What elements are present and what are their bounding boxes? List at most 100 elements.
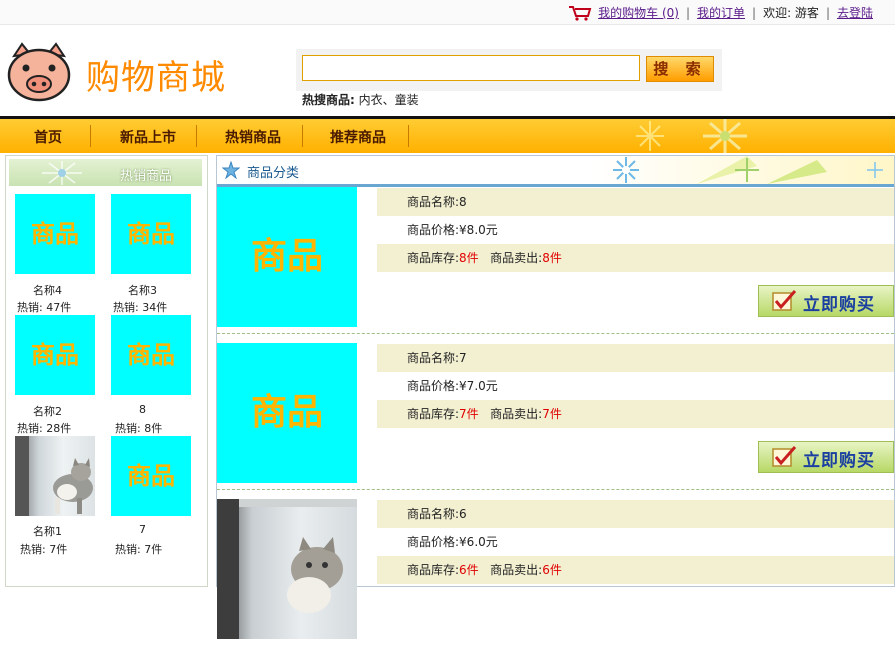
product-image-placeholder: 商品 [250,236,323,277]
hot-item-sales: 热销: 8件 [115,422,163,435]
product-divider [217,489,894,490]
buy-now-button[interactable]: 立即购买 [758,285,894,317]
cat-photo-image [217,499,357,639]
brand-name: 购物商城 [86,58,226,98]
hot-keywords: 热搜商品: 内衣、童装 [302,91,419,108]
nav-divider [90,125,91,147]
product-name: 6 [459,507,467,521]
product-price: ¥8.0元 [459,223,498,237]
product-name: 8 [459,195,467,209]
product-sold-label: 商品卖出: [490,251,543,265]
hot-item-sales: 热销: 34件 [113,301,168,314]
product-sold-label: 商品卖出: [490,407,543,421]
product-stock: 8件 [459,251,479,265]
top-links: 我的购物车 (0) | 我的订单 | 欢迎: 游客 | 去登陆 [568,4,873,21]
hot-item-thumbnail[interactable]: 商品 [111,194,191,274]
product-price-label: 商品价格: [407,535,460,549]
product-card: 商品 商品名称:7 商品价格:¥7.0元 商品库存:7件 商品卖出:7件 立即购… [217,343,894,499]
hot-item-name[interactable]: 7 [139,523,146,536]
product-divider [217,333,894,334]
login-link[interactable]: 去登陆 [837,4,873,21]
product-image-placeholder: 商品 [250,392,323,433]
hot-item-sales: 热销: 7件 [115,543,163,556]
product-stock-label: 商品库存: [407,563,460,577]
flower-decoration-icon [703,119,747,153]
hot-item-name[interactable]: 名称3 [128,282,157,298]
hot-label: 热搜商品: [302,93,355,107]
product-price-label: 商品价格: [407,379,460,393]
product-card: 商品 商品名称:8 商品价格:¥8.0元 商品库存:8件 商品卖出:8件 立即购… [217,187,894,343]
product-price: ¥7.0元 [459,379,498,393]
search-box: 搜 索 [296,49,722,91]
hot-item-name[interactable]: 名称1 [33,523,62,539]
nav-divider [408,125,409,147]
separator: | [825,5,830,20]
catalog-header: 商品分类 [217,156,894,187]
product-name: 7 [459,351,467,365]
product-price-row: 商品价格:¥6.0元 [377,528,894,556]
product-image[interactable]: 商品 [217,187,357,327]
buy-now-button[interactable]: 立即购买 [758,441,894,473]
orders-link[interactable]: 我的订单 [697,4,745,21]
nav-divider [302,125,303,147]
nav-new-arrivals[interactable]: 新品上市 [120,127,176,147]
product-price-label: 商品价格: [407,223,460,237]
product-image[interactable]: 商品 [217,343,357,483]
product-stock: 7件 [459,407,479,421]
flower-decoration-icon [613,157,639,183]
product-price-row: 商品价格:¥7.0元 [377,372,894,400]
product-sold: 8件 [542,251,562,265]
product-price: ¥6.0元 [459,535,498,549]
catalog-title: 商品分类 [247,166,300,181]
buy-now-label: 立即购买 [803,295,875,315]
thumbnail-placeholder-text: 商品 [31,341,79,369]
hot-item-photo[interactable] [15,436,95,516]
buy-now-label: 立即购买 [803,451,875,471]
thumbnail-placeholder-text: 商品 [127,220,175,248]
separator: | [685,5,691,20]
hot-item-name[interactable]: 8 [139,403,146,416]
hot-keyword-links[interactable]: 内衣、童装 [359,93,419,107]
main-nav: 首页 新品上市 热销商品 推荐商品 [0,116,895,153]
hot-item-thumbnail[interactable]: 商品 [111,436,191,516]
thumbnail-placeholder-text: 商品 [127,462,175,490]
hot-item-sales: 热销: 47件 [17,301,72,314]
welcome-text: 欢迎: 游客 [763,6,819,20]
star-icon [222,161,240,179]
flower-decoration-icon [42,161,82,185]
thumbnail-placeholder-text: 商品 [127,341,175,369]
sidebar-title: 热销商品 [119,169,172,184]
product-sold-label: 商品卖出: [490,563,543,577]
search-button[interactable]: 搜 索 [646,56,714,82]
hot-item-thumbnail[interactable]: 商品 [15,315,95,395]
cat-photo-image [15,436,93,516]
hot-item-name[interactable]: 名称4 [33,282,62,298]
hot-item-thumbnail[interactable]: 商品 [111,315,191,395]
nav-home[interactable]: 首页 [34,127,62,147]
shopping-cart-icon[interactable] [568,5,592,21]
product-stock-row: 商品库存:8件 商品卖出:8件 [377,244,894,272]
search-input[interactable] [302,55,640,81]
cart-link[interactable]: 我的购物车 (0) [598,4,679,21]
hot-item-thumbnail[interactable]: 商品 [15,194,95,274]
product-sold: 6件 [542,563,562,577]
nav-recommended[interactable]: 推荐商品 [330,127,386,147]
hot-item-name[interactable]: 名称2 [33,403,62,419]
product-name-label: 商品名称: [407,195,460,209]
separator: | [752,5,757,20]
product-stock-label: 商品库存: [407,251,460,265]
hot-item-sales: 热销: 7件 [20,543,68,556]
hot-item-sales: 热销: 28件 [17,422,72,435]
checkmark-icon [772,290,797,311]
product-stock-label: 商品库存: [407,407,460,421]
sidebar-header: 热销商品 [9,159,202,186]
product-name-row: 商品名称:8 [377,188,894,216]
pig-logo-icon[interactable] [6,42,72,102]
product-name-label: 商品名称: [407,351,460,365]
product-name-row: 商品名称:6 [377,500,894,528]
product-image[interactable] [217,499,357,639]
nav-hot-items[interactable]: 热销商品 [225,127,281,147]
checkmark-icon [772,446,797,467]
product-catalog: 商品分类 商品 商品名称:8 商品价格:¥8.0元 商品库存:8件 商品卖出:8… [216,155,895,639]
thumbnail-placeholder-text: 商品 [31,220,79,248]
